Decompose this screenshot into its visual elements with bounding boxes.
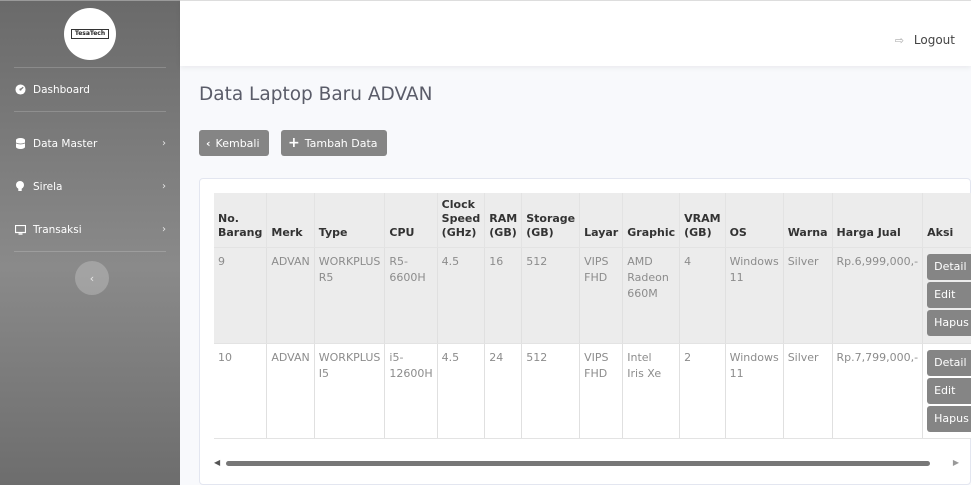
sidebar-item-data-master[interactable]: Data Master › bbox=[0, 122, 180, 165]
cell-merk: ADVAN bbox=[266, 343, 315, 439]
logout-label: Logout bbox=[913, 33, 955, 47]
table-scroll-container[interactable]: No. Barang Merk Type CPU Clock Speed (GHz) … bbox=[214, 193, 971, 445]
brand-logo-circle: TesaTech bbox=[64, 8, 116, 60]
edit-button[interactable]: Edit bbox=[927, 282, 971, 308]
cell-graphic: AMD Radeon 660M bbox=[622, 247, 680, 344]
sidebar-toggle-button[interactable]: ‹ bbox=[75, 261, 109, 295]
scrollbar-thumb[interactable] bbox=[226, 461, 930, 466]
laptop-table: No. Barang Merk Type CPU Clock Speed (GHz) … bbox=[214, 193, 971, 439]
cell-type: WORKPLUS R5 bbox=[313, 247, 385, 344]
cell-ram: 24 bbox=[484, 343, 522, 439]
cell-aksi: Detail Edit Hapus bbox=[922, 247, 971, 344]
sidebar-item-label: Dashboard bbox=[33, 83, 90, 96]
col-header-layar: Layar bbox=[579, 193, 623, 248]
back-button[interactable]: ‹ Kembali bbox=[199, 130, 269, 156]
sign-out-icon: ⇨ bbox=[894, 33, 904, 47]
sidebar-item-transaksi[interactable]: Transaksi › bbox=[0, 208, 180, 251]
sidebar-item-label: Transaksi bbox=[33, 223, 82, 236]
detail-button[interactable]: Detail bbox=[927, 254, 971, 280]
cell-layar: VIPS FHD bbox=[579, 343, 623, 439]
cell-aksi: Detail Edit Hapus bbox=[922, 343, 971, 439]
col-header-harga-jual: Harga Jual bbox=[831, 193, 923, 248]
add-data-button[interactable]: + Tambah Data bbox=[281, 130, 387, 156]
brand[interactable]: TesaTech bbox=[0, 1, 180, 67]
cell-vram: 2 bbox=[679, 343, 726, 439]
cell-graphic: Intel Iris Xe bbox=[622, 343, 680, 439]
horizontal-scrollbar[interactable]: ◀ ▶ bbox=[214, 457, 959, 469]
back-button-label: Kembali bbox=[215, 136, 260, 150]
database-icon bbox=[14, 138, 26, 150]
cell-no: 9 bbox=[214, 247, 267, 344]
cell-os: Windows 11 bbox=[724, 343, 784, 439]
detail-button[interactable]: Detail bbox=[927, 350, 971, 376]
col-header-storage: Storage (GB) bbox=[521, 193, 580, 248]
col-header-os: OS bbox=[724, 193, 784, 248]
col-header-cpu: CPU bbox=[384, 193, 438, 248]
add-data-button-label: Tambah Data bbox=[304, 136, 378, 150]
cell-ram: 16 bbox=[484, 247, 522, 344]
sidebar-item-label: Sirela bbox=[33, 180, 63, 193]
edit-button[interactable]: Edit bbox=[927, 378, 971, 404]
sidebar-divider bbox=[14, 251, 166, 252]
logout-link[interactable]: ⇨ Logout bbox=[895, 33, 955, 47]
cell-warna: Silver bbox=[782, 247, 833, 344]
cell-harga: Rp.6,999,000,- bbox=[831, 247, 923, 344]
cell-harga: Rp.7,799,000,- bbox=[831, 343, 923, 439]
col-header-aksi: Aksi bbox=[922, 193, 971, 248]
cell-merk: ADVAN bbox=[266, 247, 315, 344]
cell-warna: Silver bbox=[782, 343, 833, 439]
brand-logo: TesaTech bbox=[70, 29, 110, 39]
cell-vram: 4 bbox=[679, 247, 726, 344]
chevron-left-icon: ‹ bbox=[89, 271, 95, 285]
topbar: ⇨ Logout bbox=[180, 0, 971, 66]
col-header-graphic: Graphic bbox=[622, 193, 680, 248]
chevron-left-icon: ‹ bbox=[206, 136, 211, 150]
table-header-row: No. Barang Merk Type CPU Clock Speed (GHz) … bbox=[214, 193, 971, 248]
cell-cpu: R5- 6600H bbox=[384, 247, 438, 344]
data-card: No. Barang Merk Type CPU Clock Speed (GHz) … bbox=[199, 178, 971, 485]
page-title: Data Laptop Baru ADVAN bbox=[199, 84, 433, 105]
chevron-right-icon: › bbox=[162, 138, 166, 149]
cell-storage: 512 bbox=[521, 343, 580, 439]
cell-layar: VIPS FHD bbox=[579, 247, 623, 344]
cell-clock: 4.5 bbox=[436, 343, 485, 439]
sidebar-item-sirela[interactable]: Sirela › bbox=[0, 165, 180, 208]
scroll-right-arrow-icon[interactable]: ▶ bbox=[953, 458, 959, 467]
cell-cpu: i5- 12600H bbox=[384, 343, 438, 439]
lightbulb-icon bbox=[14, 181, 26, 193]
scroll-left-arrow-icon[interactable]: ◀ bbox=[214, 458, 220, 467]
cell-os: Windows 11 bbox=[724, 247, 784, 344]
cell-type: WORKPLUS I5 bbox=[313, 343, 385, 439]
delete-button[interactable]: Hapus bbox=[927, 406, 971, 432]
col-header-merk: Merk bbox=[266, 193, 315, 248]
col-header-no: No. Barang bbox=[214, 193, 267, 248]
col-header-ram: RAM (GB) bbox=[484, 193, 522, 248]
delete-button[interactable]: Hapus bbox=[927, 310, 971, 336]
chevron-right-icon: › bbox=[162, 224, 166, 235]
col-header-vram: VRAM (GB) bbox=[679, 193, 726, 248]
desktop-icon bbox=[14, 224, 26, 236]
table-row: 10 ADVAN WORKPLUS I5 i5- 12600H 4.5 24 512… bbox=[214, 343, 971, 439]
col-header-warna: Warna bbox=[782, 193, 833, 248]
table-row: 9 ADVAN WORKPLUS R5 R5- 6600H 4.5 16 512 V… bbox=[214, 247, 971, 344]
cell-storage: 512 bbox=[521, 247, 580, 344]
sidebar-item-label: Data Master bbox=[33, 137, 98, 150]
cell-no: 10 bbox=[214, 343, 267, 439]
plus-icon: + bbox=[288, 135, 300, 151]
sidebar: TesaTech Dashboard Data Master › Sirela … bbox=[0, 0, 180, 485]
col-header-clock-speed: Clock Speed (GHz) bbox=[436, 193, 485, 248]
chevron-right-icon: › bbox=[162, 181, 166, 192]
sidebar-divider bbox=[14, 111, 166, 112]
tachometer-icon bbox=[14, 84, 26, 96]
cell-clock: 4.5 bbox=[436, 247, 485, 344]
col-header-type: Type bbox=[313, 193, 385, 248]
sidebar-item-dashboard[interactable]: Dashboard bbox=[0, 68, 180, 111]
